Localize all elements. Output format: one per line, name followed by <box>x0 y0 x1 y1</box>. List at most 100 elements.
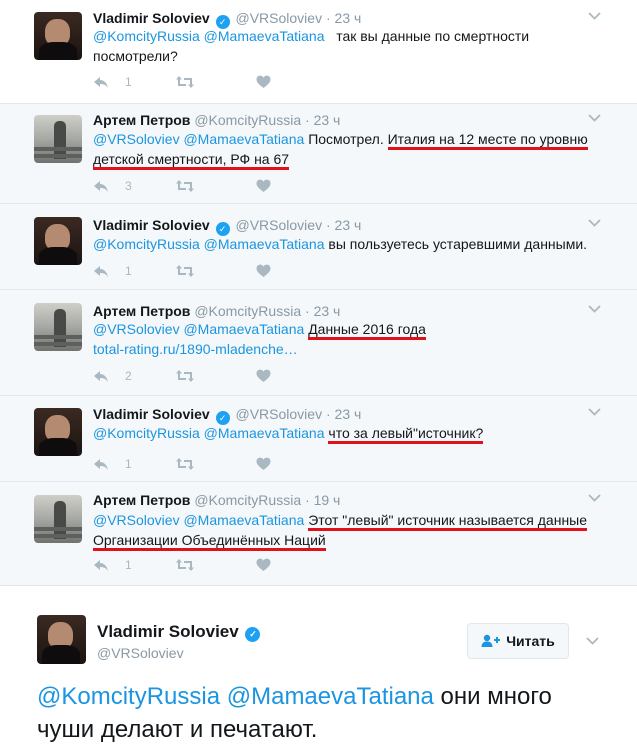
timestamp[interactable]: 19 ч <box>314 492 341 508</box>
reply-button[interactable]: 2 <box>93 369 132 383</box>
tweet-text: @KomcityRussia @MamaevaTatiana так вы да… <box>93 26 613 66</box>
follow-button[interactable]: Читать <box>467 623 569 659</box>
retweet-button[interactable] <box>175 264 195 278</box>
mentions[interactable]: @VRSoloviev @MamaevaTatiana <box>93 512 304 528</box>
user-name[interactable]: Артем Петров <box>93 112 190 128</box>
mentions[interactable]: @VRSoloviev @MamaevaTatiana <box>93 321 304 337</box>
retweet-icon <box>176 458 194 470</box>
user-name[interactable]: Vladimir Soloviev <box>93 217 210 233</box>
avatar[interactable] <box>34 408 82 456</box>
reply-icon <box>94 181 108 192</box>
separator-dot: · <box>305 303 310 319</box>
like-button[interactable] <box>256 369 271 383</box>
mentions[interactable]: @KomcityRussia @MamaevaTatiana <box>37 683 434 710</box>
user-handle[interactable]: @KomcityRussia <box>194 492 301 508</box>
user-name-text[interactable]: Vladimir Soloviev <box>97 622 239 641</box>
tweet[interactable]: Артем Петров @KomcityRussia · 23 ч @VRSo… <box>0 290 637 396</box>
tweet[interactable]: Vladimir Soloviev ✓ @VRSoloviev · 23 ч @… <box>0 396 637 482</box>
retweet-button[interactable] <box>175 369 195 383</box>
like-button[interactable] <box>256 75 271 89</box>
chevron-down-icon[interactable] <box>586 637 599 645</box>
user-name[interactable]: Vladimir Soloviev ✓ <box>97 622 262 642</box>
tweet[interactable]: Vladimir Soloviev ✓ @VRSoloviev · 23 ч @… <box>0 204 637 290</box>
retweet-button[interactable] <box>175 75 195 89</box>
like-button[interactable] <box>256 558 271 572</box>
chevron-down-icon[interactable] <box>588 12 601 20</box>
highlighted-text: Данные 2016 года <box>308 321 426 340</box>
heart-icon <box>256 75 271 88</box>
separator-dot: · <box>305 492 310 508</box>
tweet-text: @KomcityRussia @MamaevaTatiana вы пользу… <box>93 234 613 254</box>
retweet-button[interactable] <box>175 457 195 471</box>
tweet-text: @VRSoloviev @MamaevaTatiana Данные 2016 … <box>93 319 613 359</box>
reply-count: 1 <box>125 75 132 89</box>
reply-button[interactable]: 3 <box>93 179 132 193</box>
mentions[interactable]: @VRSoloviev @MamaevaTatiana <box>93 131 304 147</box>
reply-icon <box>94 459 108 470</box>
retweet-icon <box>176 265 194 277</box>
heart-icon <box>256 457 271 470</box>
timestamp[interactable]: 23 ч <box>335 406 362 422</box>
reply-button[interactable]: 1 <box>93 264 132 278</box>
user-handle[interactable]: @VRSoloviev <box>236 217 323 233</box>
user-handle[interactable]: @VRSoloviev <box>236 406 323 422</box>
user-name[interactable]: Vladimir Soloviev <box>93 10 210 26</box>
reply-count: 2 <box>125 369 132 383</box>
like-button[interactable] <box>256 264 271 278</box>
highlighted-text: Этот "левый" источник называется данные <box>308 512 588 531</box>
user-name[interactable]: Vladimir Soloviev <box>93 406 210 422</box>
user-handle[interactable]: @VRSoloviev <box>236 10 323 26</box>
mentions[interactable]: @KomcityRussia @MamaevaTatiana <box>93 236 325 252</box>
avatar[interactable] <box>34 217 82 265</box>
avatar[interactable] <box>34 12 82 60</box>
chevron-down-icon[interactable] <box>588 494 601 502</box>
avatar[interactable] <box>34 303 82 351</box>
user-handle[interactable]: @KomcityRussia <box>194 303 301 319</box>
tweet[interactable]: Артем Петров @KomcityRussia · 19 ч @VRSo… <box>0 482 637 586</box>
tweet-body: Посмотрел. <box>308 131 384 147</box>
tweet[interactable]: Артем Петров @KomcityRussia · 23 ч @VRSo… <box>0 104 637 204</box>
reply-button[interactable]: 1 <box>93 75 132 89</box>
reply-count: 1 <box>125 264 132 278</box>
main-tweet-text: @KomcityRussia @MamaevaTatiana они много… <box>37 680 597 746</box>
like-button[interactable] <box>256 457 271 471</box>
timestamp[interactable]: 23 ч <box>335 10 362 26</box>
separator-dot: · <box>325 217 331 233</box>
heart-icon <box>256 369 271 382</box>
follow-label: Читать <box>506 633 555 649</box>
like-button[interactable] <box>256 179 271 193</box>
user-handle[interactable]: @VRSoloviev <box>97 645 184 661</box>
retweet-icon <box>176 370 194 382</box>
retweet-icon <box>176 559 194 571</box>
add-user-icon <box>481 634 501 647</box>
avatar[interactable] <box>37 615 86 664</box>
user-name[interactable]: Артем Петров <box>93 492 190 508</box>
tweet-text: @VRSoloviev @MamaevaTatiana Этот "левый"… <box>93 510 613 551</box>
avatar[interactable] <box>34 495 82 543</box>
chevron-down-icon[interactable] <box>588 114 601 122</box>
timestamp[interactable]: 23 ч <box>314 112 341 128</box>
user-name[interactable]: Артем Петров <box>93 303 190 319</box>
chevron-down-icon[interactable] <box>588 305 601 313</box>
timestamp[interactable]: 23 ч <box>314 303 341 319</box>
retweet-button[interactable] <box>175 179 195 193</box>
tweet-body: вы пользуетесь устаревшими данными. <box>328 236 588 252</box>
mentions[interactable]: @KomcityRussia @MamaevaTatiana <box>93 425 325 441</box>
reply-icon <box>94 371 108 382</box>
chevron-down-icon[interactable] <box>588 219 601 227</box>
retweet-icon <box>176 76 194 88</box>
heart-icon <box>256 264 271 277</box>
reply-icon <box>94 77 108 88</box>
chevron-down-icon[interactable] <box>588 408 601 416</box>
avatar[interactable] <box>34 115 82 163</box>
reply-button[interactable]: 1 <box>93 558 132 572</box>
reply-count: 3 <box>125 179 132 193</box>
tweet-text: @VRSoloviev @MamaevaTatiana Посмотрел. И… <box>93 129 603 170</box>
mentions[interactable]: @KomcityRussia @MamaevaTatiana <box>93 28 325 44</box>
retweet-button[interactable] <box>175 558 195 572</box>
timestamp[interactable]: 23 ч <box>335 217 362 233</box>
reply-button[interactable]: 1 <box>93 457 132 471</box>
tweet-link[interactable]: total-rating.ru/1890-mladenche… <box>93 341 298 357</box>
user-handle[interactable]: @KomcityRussia <box>194 112 301 128</box>
tweet[interactable]: Vladimir Soloviev ✓ @VRSoloviev · 23 ч @… <box>0 0 637 104</box>
